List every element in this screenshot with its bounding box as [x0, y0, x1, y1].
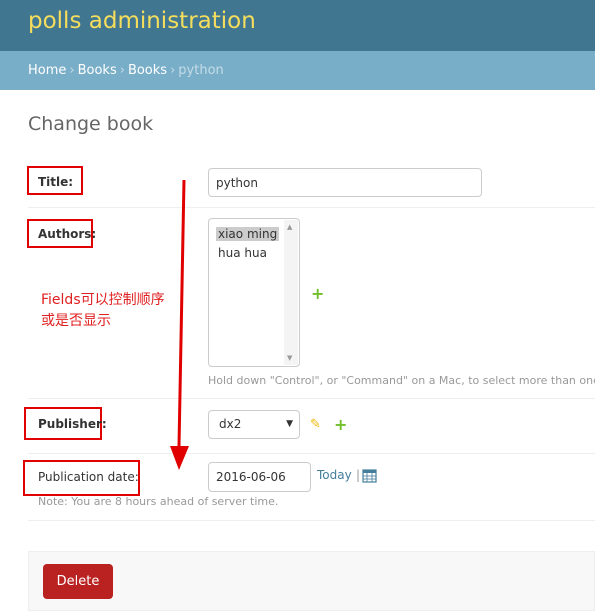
delete-button[interactable]: Delete [43, 564, 113, 599]
annotation-arrow [170, 179, 189, 470]
submit-row [28, 551, 595, 611]
